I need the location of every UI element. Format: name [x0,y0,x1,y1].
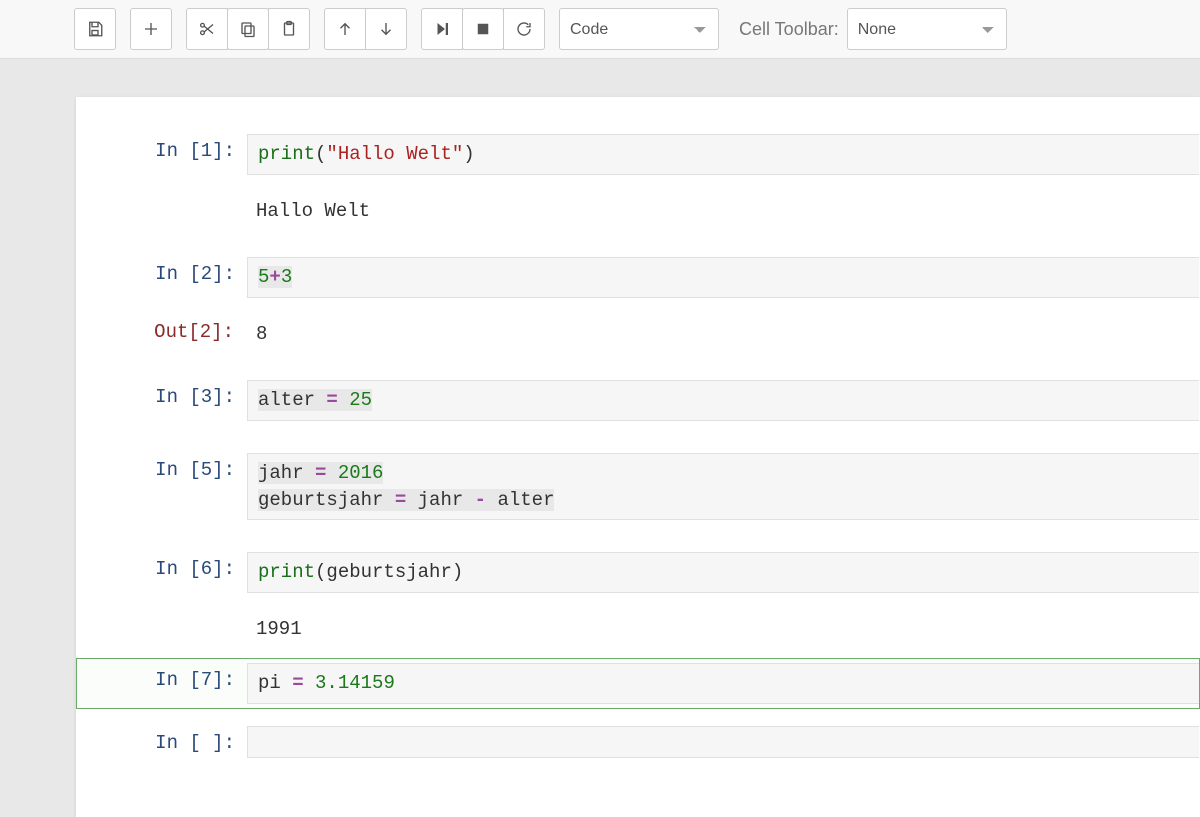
cell-body: 5+3 [247,257,1199,298]
arrow-up-icon [336,20,354,38]
code-cell[interactable]: In [1]: print("Hallo Welt") [76,129,1200,180]
paste-button[interactable] [268,8,310,50]
paste-icon [280,20,298,38]
input-prompt: In [1]: [77,134,247,168]
cell-toolbar-label: Cell Toolbar: [739,19,839,40]
code-input[interactable]: alter = 25 [247,380,1199,421]
input-prompt: In [7]: [77,663,247,697]
output-prompt: Out[2]: [76,315,246,354]
output-prompt-blank [76,610,246,649]
code-input[interactable]: print("Hallo Welt") [247,134,1199,175]
code-input[interactable]: 5+3 [247,257,1199,298]
restart-button[interactable] [503,8,545,50]
output-row: Hallo Welt [76,192,1200,231]
code-cell-selected[interactable]: In [7]: pi = 3.14159 [76,658,1200,709]
cell-body [247,726,1199,758]
input-prompt: In [3]: [77,380,247,414]
scissors-icon [198,20,216,38]
code-input[interactable]: print(geburtsjahr) [247,552,1199,593]
code-input[interactable]: pi = 3.14159 [247,663,1199,704]
run-button[interactable] [421,8,463,50]
code-cell[interactable]: In [2]: 5+3 [76,252,1200,303]
copy-button[interactable] [227,8,269,50]
input-prompt: In [6]: [77,552,247,586]
execute-result: 8 [246,315,277,354]
output-row: 1991 [76,610,1200,649]
cell-body: jahr = 2016 geburtsjahr = jahr - alter [247,453,1199,520]
cell-type-select[interactable]: Code [559,8,719,50]
toolbar: Code Cell Toolbar: None [0,0,1200,59]
cell-body: print(geburtsjahr) [247,552,1199,593]
input-prompt: In [ ]: [77,726,247,760]
stdout-output: 1991 [246,610,312,649]
arrow-down-icon [377,20,395,38]
input-prompt: In [5]: [77,453,247,487]
save-button[interactable] [74,8,116,50]
code-cell[interactable]: In [3]: alter = 25 [76,375,1200,426]
move-down-button[interactable] [365,8,407,50]
code-input[interactable] [247,726,1199,758]
interrupt-button[interactable] [462,8,504,50]
plus-icon [142,20,160,38]
notebook: In [1]: print("Hallo Welt") Hallo Welt I… [76,97,1200,817]
output-row: Out[2]: 8 [76,315,1200,354]
input-prompt: In [2]: [77,257,247,291]
step-forward-icon [433,20,451,38]
cell-body: print("Hallo Welt") [247,134,1199,175]
stdout-output: Hallo Welt [246,192,380,231]
cell-body: alter = 25 [247,380,1199,421]
code-input[interactable]: jahr = 2016 geburtsjahr = jahr - alter [247,453,1199,520]
code-cell[interactable]: In [5]: jahr = 2016 geburtsjahr = jahr -… [76,448,1200,525]
cut-button[interactable] [186,8,228,50]
refresh-icon [515,20,533,38]
output-prompt-blank [76,192,246,231]
insert-cell-button[interactable] [130,8,172,50]
move-up-button[interactable] [324,8,366,50]
save-icon [86,20,104,38]
cell-body: pi = 3.14159 [247,663,1199,704]
copy-icon [239,20,257,38]
cell-toolbar-select[interactable]: None [847,8,1007,50]
code-cell[interactable]: In [6]: print(geburtsjahr) [76,547,1200,598]
code-cell-empty[interactable]: In [ ]: [76,721,1200,765]
stop-icon [474,20,492,38]
